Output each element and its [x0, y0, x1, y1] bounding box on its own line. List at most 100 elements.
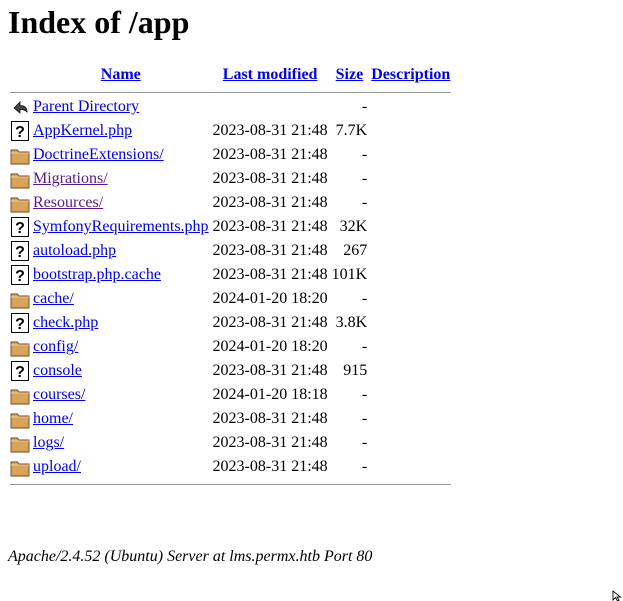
entry-size: - [361, 194, 368, 211]
parent-directory-row: Parent Directory - [10, 96, 451, 118]
entry-link[interactable]: cache/ [33, 290, 74, 307]
name-header: Name [32, 64, 210, 86]
entry-size: - [361, 170, 368, 187]
listing-row: ? console 2023-08-31 21:48 915 [10, 360, 451, 382]
listing-row: ? autoload.php 2023-08-31 21:48 267 [10, 240, 451, 262]
back-arrow-icon [13, 101, 28, 114]
entry-size: - [361, 458, 368, 475]
entry-modified: 2023-08-31 21:48 [212, 122, 328, 139]
entry-size: - [361, 290, 368, 307]
entry-link[interactable]: DoctrineExtensions/ [33, 146, 164, 163]
entry-modified: 2023-08-31 21:48 [212, 194, 328, 211]
entry-size: - [361, 434, 368, 451]
entry-link[interactable]: Migrations/ [33, 170, 108, 187]
directory-listing: Name Last modified Size Description Pare… [8, 62, 453, 488]
entry-modified: 2024-01-20 18:18 [212, 386, 328, 403]
entry-link[interactable]: config/ [33, 338, 78, 355]
icon-header [10, 64, 30, 86]
entry-link[interactable]: SymfonyRequirements.php [33, 218, 209, 235]
sort-by-size-link[interactable]: Size [336, 66, 364, 83]
folder-icon [10, 341, 30, 357]
parent-size: - [361, 98, 368, 115]
listing-row: ? check.php 2023-08-31 21:48 3.8K [10, 312, 451, 334]
sort-by-modified-link[interactable]: Last modified [223, 66, 318, 83]
unknown-file-icon: ? [11, 121, 29, 141]
unknown-file-icon: ? [11, 361, 29, 381]
entry-link[interactable]: console [33, 362, 82, 379]
listing-row: Resources/2023-08-31 21:48 - [10, 192, 451, 214]
entry-link[interactable]: upload/ [33, 458, 81, 475]
entry-link[interactable]: AppKernel.php [33, 122, 132, 139]
entry-size: 915 [343, 362, 368, 379]
mouse-cursor-icon [612, 590, 622, 601]
listing-row: DoctrineExtensions/2023-08-31 21:48 - [10, 144, 451, 166]
entry-modified: 2023-08-31 21:48 [212, 314, 328, 331]
entry-link[interactable]: Resources/ [33, 194, 103, 211]
entry-size: 7.7K [335, 122, 368, 139]
entry-size: - [361, 410, 368, 427]
listing-row: logs/2023-08-31 21:48 - [10, 432, 451, 454]
unknown-file-icon: ? [11, 265, 29, 285]
folder-icon [10, 293, 30, 309]
modified-header: Last modified [212, 64, 329, 86]
entry-description [370, 240, 451, 262]
footer-divider [10, 483, 452, 485]
entry-size: - [361, 338, 368, 355]
svg-text:?: ? [15, 364, 25, 381]
svg-text:?: ? [15, 220, 25, 237]
listing-row: cache/2024-01-20 18:20 - [10, 288, 451, 310]
entry-description [370, 168, 451, 190]
folder-icon [10, 437, 30, 453]
svg-text:?: ? [15, 316, 25, 333]
header-divider [10, 91, 452, 93]
parent-directory-link[interactable]: Parent Directory [33, 98, 139, 115]
entry-link[interactable]: home/ [33, 410, 73, 427]
unknown-file-icon: ? [11, 241, 29, 261]
entry-modified: 2024-01-20 18:20 [212, 290, 328, 307]
entry-modified: 2023-08-31 21:48 [212, 458, 328, 475]
entry-link[interactable]: bootstrap.php.cache [33, 266, 161, 283]
entry-link[interactable]: check.php [33, 314, 98, 331]
unknown-file-icon: ? [11, 217, 29, 237]
page-title: Index of /app [8, 4, 190, 40]
entry-modified: 2024-01-20 18:20 [212, 338, 328, 355]
entry-modified: 2023-08-31 21:48 [212, 242, 328, 259]
entry-description [370, 144, 451, 166]
folder-icon [10, 197, 30, 213]
entry-description [370, 432, 451, 454]
listing-row: upload/2023-08-31 21:48 - [10, 456, 451, 478]
entry-size: 3.8K [335, 314, 368, 331]
svg-text:?: ? [15, 244, 25, 261]
folder-icon [10, 149, 30, 165]
folder-icon [10, 173, 30, 189]
entry-description [370, 336, 451, 358]
header-row: Name Last modified Size Description [10, 64, 451, 86]
entry-size: 267 [343, 242, 368, 259]
entry-description [370, 456, 451, 478]
entry-size: 101K [331, 266, 368, 283]
entry-link[interactable]: autoload.php [33, 242, 116, 259]
entry-description [370, 408, 451, 430]
entry-link[interactable]: courses/ [33, 386, 85, 403]
footer-divider-row [10, 480, 452, 486]
sort-by-name-link[interactable]: Name [101, 66, 141, 83]
entry-description [370, 216, 451, 238]
entry-link[interactable]: logs/ [33, 434, 64, 451]
entry-modified: 2023-08-31 21:48 [212, 218, 328, 235]
listing-row: ? AppKernel.php 2023-08-31 21:48 7.7K [10, 120, 451, 142]
entry-modified: 2023-08-31 21:48 [212, 362, 328, 379]
entry-modified: 2023-08-31 21:48 [212, 266, 328, 283]
size-header: Size [331, 64, 369, 86]
folder-icon [10, 389, 30, 405]
entry-description [370, 312, 451, 334]
entry-description [370, 192, 451, 214]
entry-modified: 2023-08-31 21:48 [212, 410, 328, 427]
sort-by-description-link[interactable]: Description [371, 66, 450, 83]
listing-row: ? bootstrap.php.cache 2023-08-31 21:48 101K [10, 264, 451, 286]
listing-row: courses/2024-01-20 18:18 - [10, 384, 451, 406]
entry-modified: 2023-08-31 21:48 [212, 170, 328, 187]
server-signature: Apache/2.4.52 (Ubuntu) Server at lms.per… [8, 548, 373, 565]
entry-description [370, 288, 451, 310]
entry-size: - [361, 146, 368, 163]
unknown-file-icon: ? [11, 313, 29, 333]
